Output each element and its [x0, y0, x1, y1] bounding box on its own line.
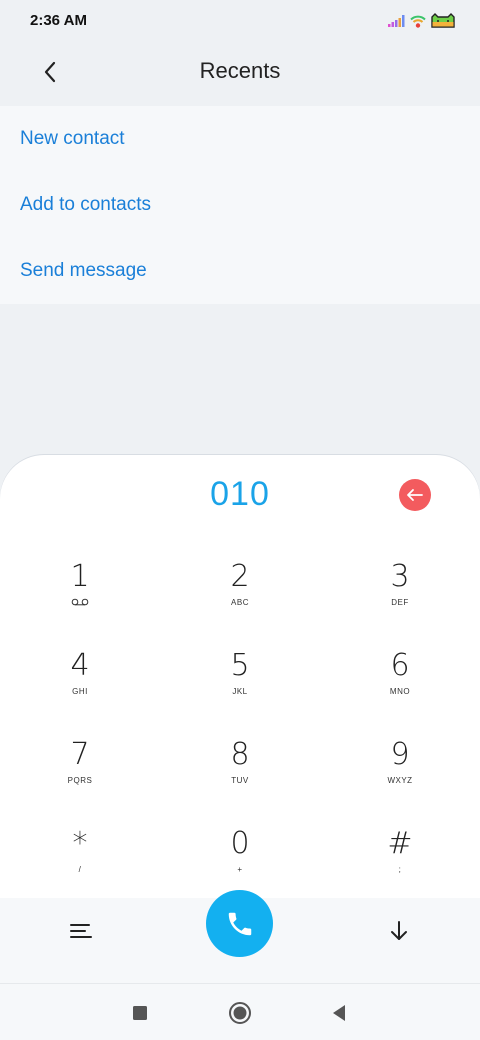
- backspace-icon: [407, 489, 423, 501]
- call-button[interactable]: [206, 890, 273, 957]
- key-digit: 2: [230, 559, 250, 594]
- signal-icon: [388, 15, 405, 27]
- key-6[interactable]: 6 MNO: [320, 649, 480, 738]
- key-letters: GHI: [72, 686, 88, 696]
- navigation-bar: [0, 983, 480, 1040]
- key-letters: JKL: [232, 686, 248, 696]
- key-letters: TUV: [231, 775, 249, 785]
- new-contact-option[interactable]: New contact: [0, 106, 480, 172]
- key-digit: 6: [390, 648, 410, 683]
- header: Recents: [0, 42, 480, 106]
- home-circle-icon: [229, 1002, 251, 1024]
- wifi-icon: [410, 15, 426, 28]
- key-3[interactable]: 3 DEF: [320, 560, 480, 649]
- dialer-screen: 2:36 AM Recents New contact Add to conta…: [0, 0, 480, 1040]
- key-letters: PQRS: [67, 775, 93, 785]
- key-4[interactable]: 4 GHI: [0, 649, 160, 738]
- key-digit: 3: [390, 559, 410, 594]
- back-nav-button[interactable]: [326, 1000, 352, 1026]
- back-triangle-icon: [333, 1005, 345, 1021]
- battery-icon: [431, 13, 455, 28]
- key-digit: 8: [230, 737, 250, 772]
- key-letters: /: [78, 864, 82, 874]
- keypad: 1 2 ABC 3 DEF 4 GHI 5 JKL 6 MNO 7 PQRS 8…: [0, 560, 480, 916]
- keypad-row: 7 PQRS 8 TUV 9 WXYZ: [0, 738, 480, 827]
- key-digit: 1: [70, 559, 90, 594]
- key-letters: DEF: [391, 597, 409, 607]
- keypad-row: 4 GHI 5 JKL 6 MNO: [0, 649, 480, 738]
- status-icons: [388, 11, 456, 31]
- menu-icon: [70, 924, 92, 938]
- add-to-contacts-option[interactable]: Add to contacts: [0, 172, 480, 238]
- voicemail-icon: [71, 596, 89, 608]
- keypad-row: 1 2 ABC 3 DEF: [0, 560, 480, 649]
- key-1[interactable]: 1: [0, 560, 160, 649]
- key-9[interactable]: 9 WXYZ: [320, 738, 480, 827]
- key-letters: WXYZ: [387, 775, 413, 785]
- key-digit: 0: [230, 826, 250, 861]
- arrow-down-icon: [391, 921, 407, 940]
- key-5[interactable]: 5 JKL: [160, 649, 320, 738]
- collapse-keypad-button[interactable]: [384, 916, 414, 946]
- phone-icon: [228, 912, 251, 935]
- recents-button[interactable]: [127, 1000, 153, 1026]
- backspace-button[interactable]: [399, 479, 431, 511]
- recents-square-icon: [133, 1006, 147, 1020]
- key-letters: ABC: [231, 597, 249, 607]
- key-letters: ;: [398, 864, 402, 874]
- status-bar: 2:36 AM: [0, 0, 480, 42]
- key-digit: 5: [230, 648, 250, 683]
- key-digit: 7: [70, 737, 90, 772]
- key-7[interactable]: 7 PQRS: [0, 738, 160, 827]
- key-letters: MNO: [389, 686, 411, 696]
- key-digit: 4: [70, 648, 90, 683]
- key-digit: *: [72, 826, 88, 861]
- send-message-option[interactable]: Send message: [0, 238, 480, 304]
- menu-button[interactable]: [66, 916, 96, 946]
- status-time: 2:36 AM: [30, 12, 87, 29]
- key-2[interactable]: 2 ABC: [160, 560, 320, 649]
- key-8[interactable]: 8 TUV: [160, 738, 320, 827]
- key-digit: #: [387, 826, 413, 861]
- dialer-panel: 010 1 2 ABC 3 DEF 4 GHI 5 JKL 6 MNO 7 PQ…: [0, 455, 480, 983]
- options-list: New contact Add to contacts Send message: [0, 106, 480, 304]
- home-button[interactable]: [227, 1000, 253, 1026]
- action-bar: [0, 890, 480, 983]
- page-title: Recents: [199, 58, 281, 83]
- key-digit: 9: [390, 737, 410, 772]
- key-letters: +: [237, 864, 243, 874]
